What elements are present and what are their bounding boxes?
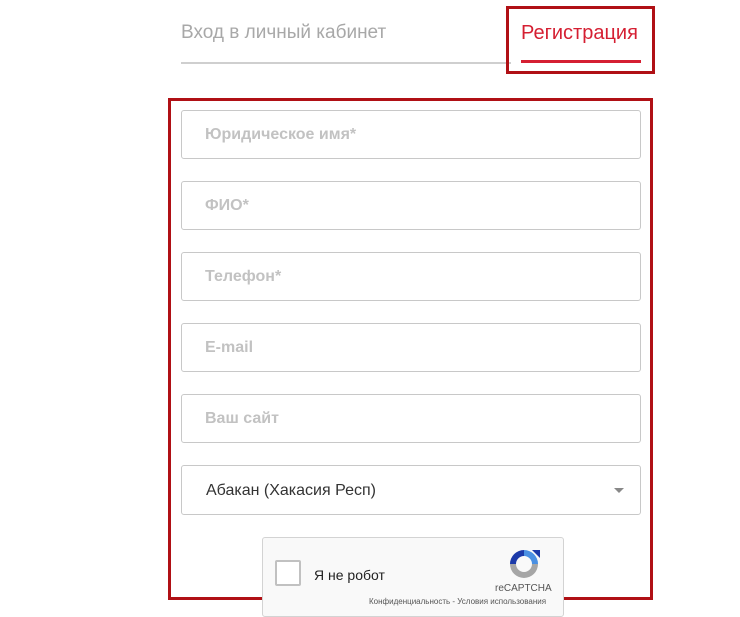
city-select-value: Абакан (Хакасия Респ) (206, 482, 376, 499)
email-field (181, 323, 641, 372)
legal-name-field (181, 110, 641, 159)
website-input[interactable] (182, 395, 640, 442)
tab-register-highlight (506, 6, 655, 74)
phone-field (181, 252, 641, 301)
tabs-divider (181, 62, 511, 64)
full-name-field (181, 181, 641, 230)
auth-tabs: Вход в личный кабинет Регистрация (0, 0, 740, 80)
tab-login[interactable]: Вход в личный кабинет (181, 22, 386, 44)
website-field (181, 394, 641, 443)
recaptcha-label: Я не робот (314, 567, 385, 583)
full-name-input[interactable] (182, 182, 640, 229)
email-input[interactable] (182, 324, 640, 371)
caret-down-icon (614, 488, 624, 493)
recaptcha-checkbox[interactable] (275, 560, 301, 586)
recaptcha-privacy-terms-links[interactable]: Конфиденциальность - Условия использован… (369, 597, 546, 606)
recaptcha-logo-icon (510, 550, 540, 578)
recaptcha-brand: reCAPTCHA (495, 583, 552, 594)
phone-input[interactable] (182, 253, 640, 300)
legal-name-input[interactable] (182, 111, 640, 158)
city-select[interactable]: Абакан (Хакасия Респ) (181, 465, 641, 515)
recaptcha-widget: Я не робот reCAPTCHA Конфиденциальность … (262, 537, 564, 617)
